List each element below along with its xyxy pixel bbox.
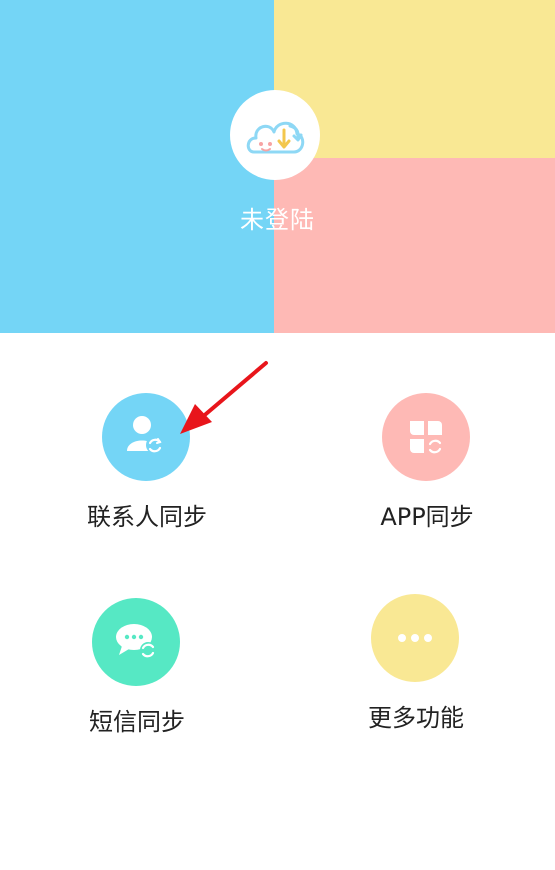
sms-sync-icon-circle — [92, 598, 180, 686]
contact-sync-icon — [127, 416, 164, 454]
more-icon — [398, 634, 432, 642]
header-panel-blue — [0, 0, 274, 333]
sms-sync-button[interactable]: 短信同步 — [12, 598, 262, 758]
cloud-logo-icon — [246, 121, 305, 154]
sms-sync-label: 短信同步 — [89, 708, 185, 736]
app-sync-label: APP同步 — [380, 503, 474, 531]
contacts-sync-label: 联系人同步 — [87, 503, 207, 531]
header-panel-pink — [274, 158, 555, 333]
more-features-button[interactable]: 更多功能 — [291, 594, 541, 754]
contacts-sync-button[interactable]: 联系人同步 — [22, 393, 272, 553]
login-status-label[interactable]: 未登陆 — [0, 203, 555, 237]
sms-sync-icon — [116, 624, 156, 658]
contacts-sync-icon-circle — [102, 393, 190, 481]
app-sync-icon — [410, 421, 444, 455]
more-features-label: 更多功能 — [368, 704, 464, 732]
app-sync-button[interactable]: APP同步 — [302, 393, 552, 553]
avatar[interactable] — [230, 90, 320, 180]
header-banner: 未登陆 — [0, 0, 555, 333]
app-sync-icon-circle — [382, 393, 470, 481]
more-icon-circle — [371, 594, 459, 682]
